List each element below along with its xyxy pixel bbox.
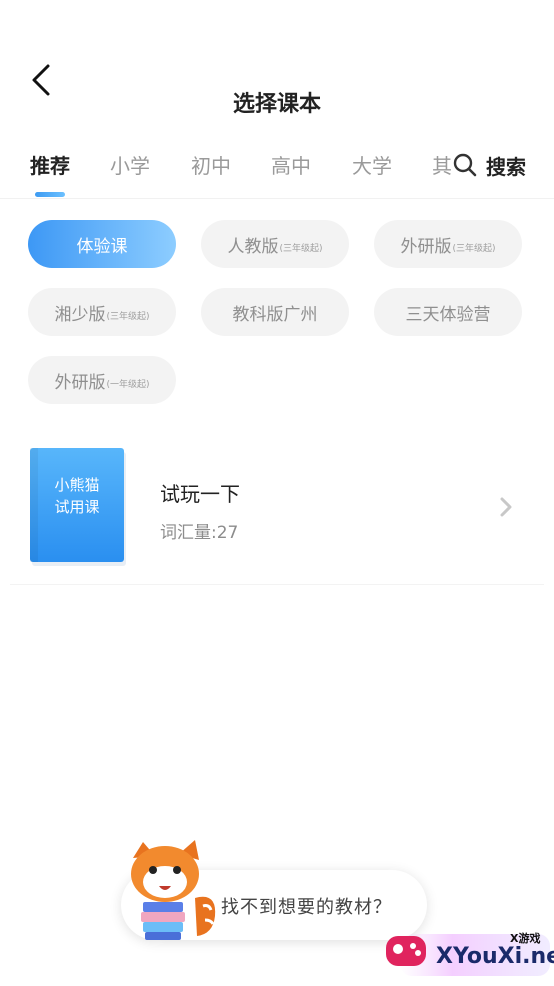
search-label: 搜索 [486,154,526,179]
book-vocab-count: 词汇量:27 [160,523,239,543]
red-panda-mascot-icon [131,840,216,940]
page-title: 选择课本 [232,92,321,117]
chip-label: 人教版 [227,236,279,257]
chip-pep[interactable]: 人教版 (三年级起) [201,220,349,268]
chip-label: 外研版 [54,372,106,393]
chip-note: (三年级起) [106,311,150,322]
tab-recommended[interactable]: 推荐 [30,150,70,179]
tab-junior-high[interactable]: 初中 [191,150,231,179]
chip-label: 三天体验营 [405,304,491,325]
watermark-text: XYouXi.net [436,944,554,969]
search-icon [453,153,477,177]
chip-note: (一年级起) [106,379,150,390]
tab-university[interactable]: 大学 [352,150,392,179]
book-title: 试玩一下 [160,482,240,506]
chip-label: 外研版 [400,236,452,257]
cover-line-2: 试用课 [54,498,100,516]
tab-senior-high[interactable]: 高中 [271,150,311,179]
gamepad-icon [386,936,426,966]
tab-primary-school[interactable]: 小学 [110,150,150,179]
chip-note: (三年级起) [452,243,496,254]
tab-other[interactable]: 其 [432,150,452,179]
chevron-right-icon [500,497,512,517]
chip-fltrp-grade1[interactable]: 外研版 (一年级起) [28,356,176,404]
active-tab-indicator [35,192,65,197]
help-text: 找不到想要的教材？ [221,897,392,918]
chip-trial-course[interactable]: 体验课 [28,220,176,268]
cover-line-1: 小熊猫 [54,476,100,494]
search-button[interactable]: 搜索 [452,150,526,180]
chip-fltrp[interactable]: 外研版 (三年级起) [374,220,522,268]
chip-label: 湘少版 [54,304,106,325]
chip-xiangshao[interactable]: 湘少版 (三年级起) [28,288,176,336]
chip-jiaoke-guangzhou[interactable]: 教科版广州 [201,288,349,336]
chip-label: 体验课 [76,236,128,257]
book-list-item[interactable]: 小熊猫 试用课 试玩一下 词汇量:27 [10,438,544,585]
book-cover: 小熊猫 试用课 [30,448,124,562]
chip-note: (三年级起) [279,243,323,254]
chip-three-day-camp[interactable]: 三天体验营 [374,288,522,336]
header: 选择课本 [0,0,554,140]
chip-label: 教科版广州 [232,304,318,325]
book-cover-text: 小熊猫 试用课 [30,474,124,518]
